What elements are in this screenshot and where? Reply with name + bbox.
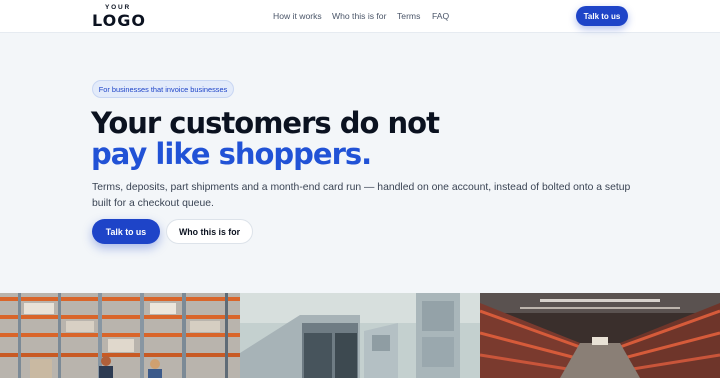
talk-to-us-button[interactable]: Talk to us: [92, 219, 160, 244]
headline-line-1: Your customers do not: [91, 106, 440, 140]
photo-strip: [0, 293, 720, 378]
warehouse-aisle-photo: [480, 293, 720, 378]
delivery-van-photo: [240, 293, 480, 378]
headline-line-2: pay like shoppers.: [91, 137, 372, 171]
logo-top-text: YOUR: [105, 4, 131, 11]
logo[interactable]: YOUR LOGO: [92, 4, 146, 30]
nav-who-this-is-for[interactable]: Who this is for: [332, 11, 386, 21]
who-this-is-for-button[interactable]: Who this is for: [166, 219, 253, 244]
header-talk-to-us-button[interactable]: Talk to us: [576, 6, 628, 26]
nav-faq[interactable]: FAQ: [432, 11, 449, 21]
logo-main-text: LOGO: [92, 11, 146, 30]
nav-how-it-works[interactable]: How it works: [273, 11, 322, 21]
site-header: YOUR LOGO How it works Who this is for T…: [0, 0, 720, 33]
nav-terms[interactable]: Terms: [397, 11, 420, 21]
hero-lead-text: Terms, deposits, part shipments and a mo…: [92, 182, 631, 209]
warehouse-shelving-photo: [0, 293, 240, 378]
audience-badge: For businesses that invoice businesses: [92, 80, 234, 98]
